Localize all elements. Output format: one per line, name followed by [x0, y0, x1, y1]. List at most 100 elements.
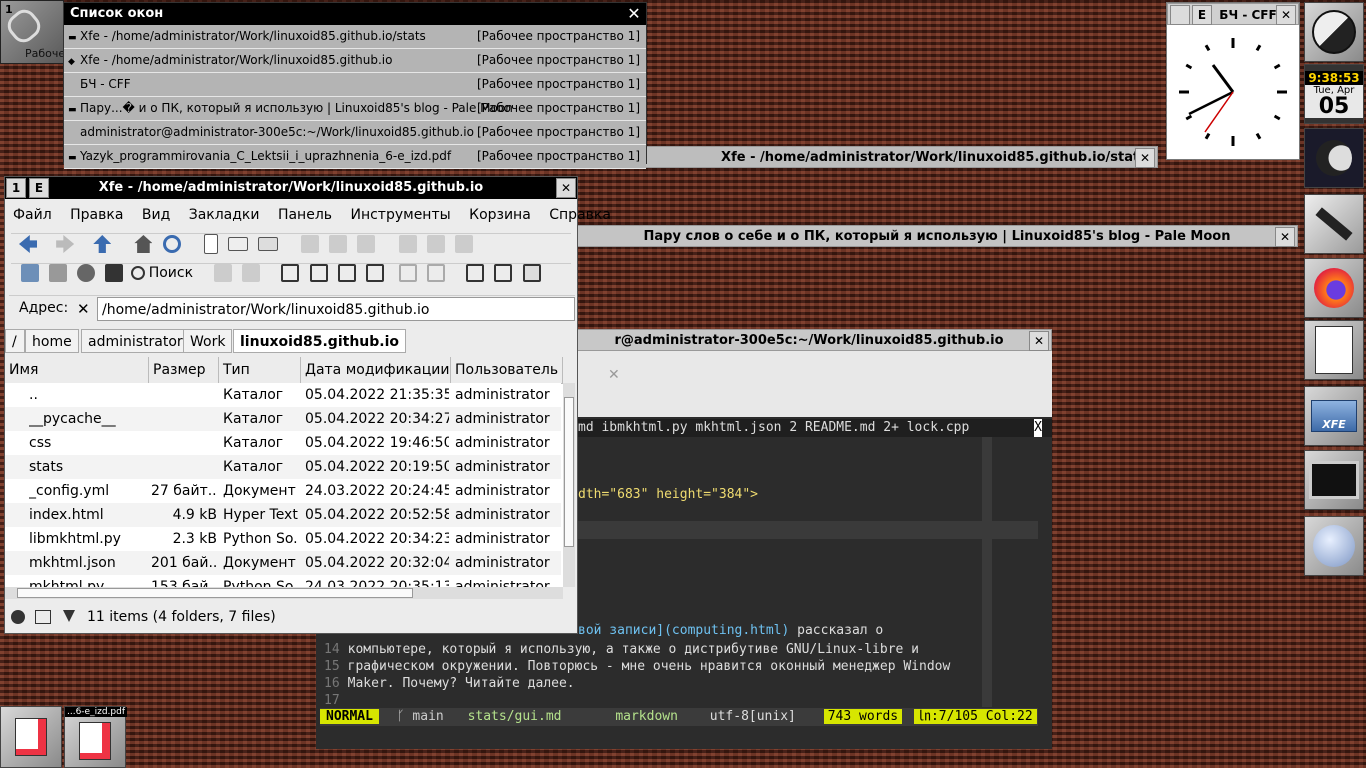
paste-icon[interactable]: [357, 235, 376, 253]
dock-tile-logo[interactable]: [1304, 2, 1364, 62]
window-palemoon[interactable]: Пару слов о себе и о ПК, который я испол…: [576, 225, 1298, 247]
filter-icon[interactable]: [63, 610, 75, 622]
menu-trash[interactable]: Корзина: [469, 207, 531, 223]
menu-edit[interactable]: Правка: [70, 207, 123, 223]
horizontal-split-icon[interactable]: [399, 264, 418, 282]
scrollbar-thumb[interactable]: [564, 397, 574, 547]
close-button[interactable]: ✕: [1276, 5, 1296, 25]
dock-tile-globe[interactable]: [1304, 516, 1364, 576]
dock-tile-monitor[interactable]: [1304, 450, 1364, 510]
tab-close-icon[interactable]: ✕: [608, 367, 620, 383]
table-row[interactable]: mkhtml.py 153 бай... Python So... 24.03.202…: [5, 575, 561, 587]
close-icon[interactable]: ✕: [624, 4, 644, 24]
workspace-clip[interactable]: 1 Рабоче: [0, 0, 65, 64]
close-button[interactable]: ✕: [556, 178, 576, 198]
settings-icon[interactable]: [77, 264, 96, 282]
window-list-item[interactable]: ▬ Пару...� и о ПК, который я использую | …: [64, 97, 646, 121]
table-row[interactable]: index.html 4.9 kB Hyper Text 05.04.2022 20:…: [5, 503, 561, 527]
forward-arrow-icon[interactable]: [56, 235, 75, 253]
details-icon[interactable]: [522, 264, 541, 282]
menu-e-button[interactable]: Е: [1192, 5, 1212, 25]
new-file-icon[interactable]: [203, 234, 218, 254]
menu-panel[interactable]: Панель: [278, 207, 332, 223]
vertical-split-icon[interactable]: [427, 264, 446, 282]
close-icon[interactable]: ✕: [1135, 148, 1155, 168]
menu-file[interactable]: Файл: [13, 207, 52, 223]
trash-icon[interactable]: [398, 235, 417, 253]
new-folder-icon[interactable]: [227, 237, 248, 251]
dock-tile-clock[interactable]: 9:38:53 Tue, Apr 05: [1304, 64, 1364, 124]
column-name[interactable]: Имя: [5, 357, 149, 383]
home-icon[interactable]: [134, 235, 153, 253]
window-list-item[interactable]: ▬ Xfe - /home/administrator/Work/linuxoid…: [64, 25, 646, 49]
breadcrumb-administrator[interactable]: administrator: [81, 329, 190, 353]
table-row[interactable]: libmkhtml.py 2.3 kB Python So... 05.04.2022…: [5, 527, 561, 551]
window-title-bar[interactable]: Е БЧ - CFF ✕: [1167, 3, 1299, 25]
window-title-bar[interactable]: Пару слов о себе и о ПК, который я испол…: [576, 225, 1298, 247]
panel-1-icon[interactable]: [214, 264, 233, 282]
small-icons-icon[interactable]: [494, 264, 513, 282]
window-title-bar[interactable]: 1 Е Xfe - /home/administrator/Work/linux…: [5, 177, 577, 199]
view-tree-two-panels-icon[interactable]: [365, 264, 384, 282]
miniwindow-pdf-1[interactable]: [0, 706, 62, 768]
window-list-item[interactable]: administrator@administrator-300e5c:~/Wor…: [64, 121, 646, 145]
window-list-item[interactable]: ▬ Yazyk_programmirovania_C_Lektsii_i_upra…: [64, 145, 646, 169]
window-list-item[interactable]: ◆ Xfe - /home/administrator/Work/linuxoid…: [64, 49, 646, 73]
window-clock[interactable]: Е БЧ - CFF ✕: [1166, 2, 1300, 160]
dock-tile-tool[interactable]: [1304, 194, 1364, 254]
window-xfe-stats[interactable]: Xfe - /home/administrator/Work/linuxoid8…: [560, 146, 1158, 168]
window-list-item[interactable]: БЧ - CFF [Рабочее пространство 1]: [64, 73, 646, 97]
menu-e-button[interactable]: Е: [29, 178, 49, 198]
copy-icon[interactable]: [301, 235, 320, 253]
back-arrow-icon[interactable]: [19, 235, 37, 253]
delete-icon[interactable]: [454, 235, 473, 253]
terminal-window-icon[interactable]: [105, 264, 124, 282]
dock-tile-firefox[interactable]: [1304, 258, 1364, 318]
view-panel-icon[interactable]: [309, 264, 328, 282]
panel-2-icon[interactable]: [242, 264, 261, 282]
search-button[interactable]: Поиск: [149, 265, 193, 281]
menu-view[interactable]: Вид: [142, 207, 170, 223]
new-link-icon[interactable]: [257, 237, 278, 251]
miniwindow-pdf-2[interactable]: ...6-e_izd.pdf: [64, 706, 127, 768]
column-user[interactable]: Пользователь: [451, 357, 563, 383]
column-size[interactable]: Размер: [149, 357, 219, 383]
clear-address-icon[interactable]: ✕: [77, 300, 90, 318]
breadcrumb-home[interactable]: home: [25, 329, 79, 353]
dock-tile-text[interactable]: [1304, 320, 1364, 380]
hidden-files-icon[interactable]: [49, 264, 68, 282]
big-icons-icon[interactable]: [466, 264, 485, 282]
table-row[interactable]: stats Каталог 05.04.2022 20:19:50 administr…: [5, 455, 561, 479]
refresh-icon[interactable]: [162, 235, 181, 253]
restore-icon[interactable]: [426, 235, 445, 253]
view-tree-icon[interactable]: [281, 264, 300, 282]
table-row[interactable]: .. Каталог 05.04.2022 21:35:35 administrato…: [5, 383, 561, 407]
up-arrow-icon[interactable]: [93, 235, 112, 253]
window-title-bar[interactable]: Xfe - /home/administrator/Work/linuxoid8…: [560, 146, 1158, 168]
close-icon[interactable]: ✕: [1029, 331, 1049, 351]
table-row[interactable]: _config.yml 27 байт... Документ 24.03.2022 …: [5, 479, 561, 503]
horizontal-scrollbar[interactable]: [5, 587, 563, 599]
miniaturize-button[interactable]: [1170, 5, 1190, 25]
vertical-scrollbar[interactable]: [563, 383, 575, 587]
address-field[interactable]: /home/administrator/Work/linuxoid85.gith…: [97, 297, 575, 321]
hscroll-thumb[interactable]: [17, 588, 413, 598]
miniaturize-button[interactable]: 1: [6, 178, 26, 198]
table-row[interactable]: mkhtml.json 201 бай... Документ 05.04.2022 …: [5, 551, 561, 575]
close-icon[interactable]: ✕: [1275, 227, 1295, 247]
breadcrumb-current[interactable]: linuxoid85.github.io: [233, 329, 407, 353]
breadcrumb-work[interactable]: Work: [183, 329, 233, 353]
terminal-icon[interactable]: [21, 264, 39, 282]
menu-tools[interactable]: Инструменты: [350, 207, 450, 223]
cut-icon[interactable]: [329, 235, 348, 253]
dock-tile-moon[interactable]: [1304, 128, 1364, 188]
window-list-menu[interactable]: Список окон ✕ ▬ Xfe - /home/administrator…: [63, 2, 647, 169]
table-row[interactable]: __pycache__ Каталог 05.04.2022 20:34:27 adm…: [5, 407, 561, 431]
breadcrumb-root[interactable]: /: [5, 329, 25, 353]
dock-tile-xfe[interactable]: XFE: [1304, 386, 1364, 446]
menu-help[interactable]: Справка: [549, 207, 611, 223]
search-icon[interactable]: [130, 266, 145, 280]
menu-bookmarks[interactable]: Закладки: [189, 207, 260, 223]
column-date[interactable]: Дата модификации: [301, 357, 451, 383]
table-row[interactable]: css Каталог 05.04.2022 19:46:50 administrat…: [5, 431, 561, 455]
